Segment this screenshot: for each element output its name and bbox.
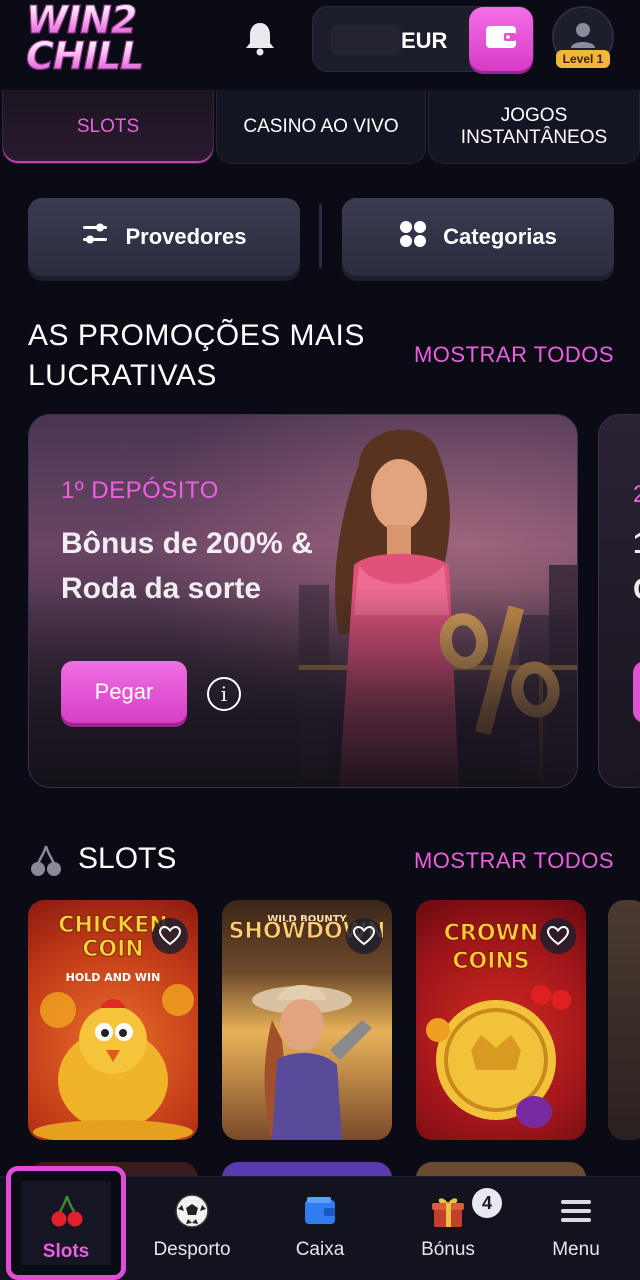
claim-button[interactable]: Pegar (61, 661, 187, 723)
tab-label: SLOTS (76, 115, 140, 137)
nav-label: Caixa (295, 1239, 345, 1260)
categories-label: Categorias (443, 224, 557, 249)
promo-card-next[interactable]: 2 1 C (598, 414, 640, 788)
promo-peek-label: 2 (633, 481, 640, 509)
tab-jogos-instantaneos[interactable]: JOGOS INSTANTÂNEOS (428, 90, 640, 164)
promo-peek-line1: 1 (633, 527, 640, 561)
wallet-icon (302, 1193, 338, 1229)
favorite-heart-icon[interactable] (152, 918, 188, 954)
filter-divider (319, 204, 322, 268)
favorite-heart-icon[interactable] (540, 918, 576, 954)
nav-label: Bónus (421, 1239, 475, 1260)
nav-menu[interactable]: Menu (512, 1177, 640, 1280)
tab-label: CASINO AO VIVO (243, 115, 399, 137)
nav-desporto[interactable]: Desporto (128, 1177, 256, 1280)
promotions-title: AS PROMOÇÕES MAIS LUCRATIVAS (28, 319, 365, 392)
nav-label: Desporto (153, 1239, 231, 1260)
currency-label: EUR (401, 28, 448, 53)
bell-icon[interactable] (244, 20, 276, 56)
promotions-show-all-link[interactable]: MOSTRAR TODOS (414, 342, 614, 368)
providers-label: Provedores (125, 224, 247, 249)
cherries-icon (28, 842, 64, 878)
hamburger-icon (558, 1193, 594, 1229)
nav-label: Slots (42, 1241, 90, 1262)
tab-label: JOGOS INSTANTÂNEOS (460, 104, 608, 148)
wallet-button[interactable] (469, 7, 533, 71)
providers-button[interactable]: Provedores (28, 198, 300, 276)
bonus-count-badge: 4 (472, 1188, 502, 1218)
level-badge: Level 1 (556, 50, 610, 68)
favorite-heart-icon[interactable] (346, 918, 382, 954)
cherries-icon (49, 1193, 85, 1229)
header: WIN2 CHILL EUR Level 1 (0, 0, 640, 84)
soccer-ball-icon (174, 1193, 210, 1229)
nav-slots[interactable]: Slots (6, 1166, 126, 1280)
logo-line-2: CHILL (26, 37, 166, 76)
promo-peek-button[interactable] (633, 661, 640, 723)
nav-label: Menu (552, 1239, 600, 1260)
logo[interactable]: WIN2 CHILL (26, 1, 166, 80)
tab-casino-ao-vivo[interactable]: CASINO AO VIVO (216, 90, 426, 164)
info-icon[interactable]: i (207, 677, 241, 711)
game-card-showdown[interactable]: WILD BOUNTY SHOWDOWN (222, 900, 392, 1140)
balance-panel[interactable]: EUR (312, 6, 534, 72)
promo-peek-line2: C (633, 573, 640, 607)
slots-show-all-link[interactable]: MOSTRAR TODOS (414, 848, 614, 874)
tab-slots[interactable]: SLOTS (2, 90, 214, 164)
grid-icon (399, 220, 427, 254)
game-card-next[interactable] (608, 900, 640, 1140)
category-tabs: SLOTS CASINO AO VIVO JOGOS INSTANTÂNEOS (0, 90, 640, 166)
nav-caixa[interactable]: Caixa (256, 1177, 384, 1280)
wallet-icon (484, 22, 518, 57)
balance-placeholder (331, 25, 401, 55)
gift-icon (430, 1193, 466, 1229)
slots-title: SLOTS (78, 842, 177, 875)
game-card-chicken-coin[interactable]: CHICKEN COIN HOLD AND WIN (28, 900, 198, 1140)
promo-card[interactable]: 1º DEPÓSITO Bônus de 200% & Roda da sort… (28, 414, 578, 788)
game-card-crown-coins[interactable]: CROWN COINS (416, 900, 586, 1140)
categories-button[interactable]: Categorias (342, 198, 614, 276)
logo-line-1: WIN2 (26, 1, 166, 40)
promo-title: Bônus de 200% & Roda da sorte (61, 527, 313, 605)
promo-label: 1º DEPÓSITO (61, 477, 219, 504)
sliders-icon (81, 221, 109, 253)
